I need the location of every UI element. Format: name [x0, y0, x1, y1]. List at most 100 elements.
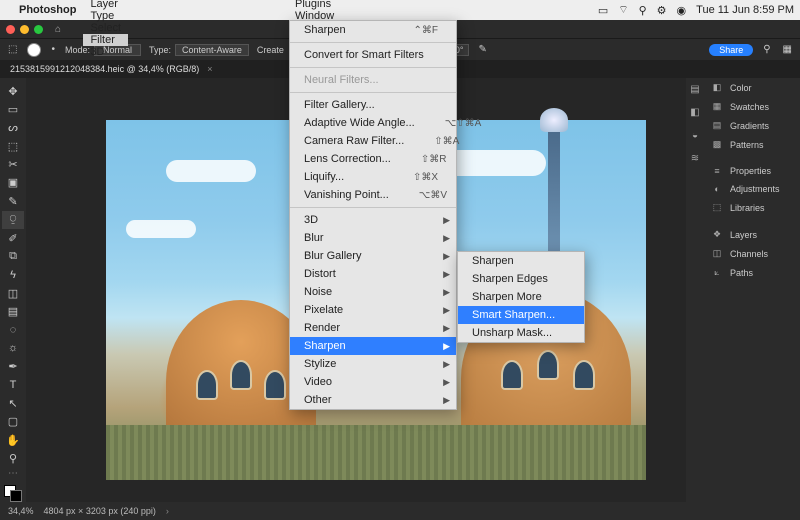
status-dimensions[interactable]: 4804 px × 3203 px (240 ppi): [44, 506, 156, 516]
menubar-item-type[interactable]: Type: [83, 10, 128, 22]
edit-toolbar-icon[interactable]: ⋯: [8, 468, 18, 479]
background-color[interactable]: [10, 490, 22, 502]
menubar-app-name[interactable]: Photoshop: [12, 0, 83, 20]
control-center-icon[interactable]: ⚙: [657, 4, 667, 17]
panel-icon[interactable]: ≋: [691, 153, 699, 164]
sharpen-item[interactable]: Smart Sharpen...: [458, 306, 584, 324]
siri-icon[interactable]: ◉: [677, 4, 687, 17]
marquee-tool[interactable]: ▭: [2, 100, 24, 118]
filter-item[interactable]: Camera Raw Filter...⇧⌘A: [290, 132, 456, 150]
menubar-item-plugins[interactable]: Plugins: [288, 0, 341, 10]
panel-icon[interactable]: ▤: [690, 84, 699, 95]
panel-patterns[interactable]: ▩Patterns: [704, 135, 800, 154]
filter-item[interactable]: Lens Correction...⇧⌘R: [290, 150, 456, 168]
menu-item-label: Noise: [304, 286, 332, 298]
filter-submenu-video[interactable]: Video▶: [290, 373, 456, 391]
search-icon[interactable]: ⚲: [761, 44, 772, 55]
filter-submenu-blur-gallery[interactable]: Blur Gallery▶: [290, 247, 456, 265]
menubar-item-select[interactable]: Select: [83, 22, 128, 34]
move-tool[interactable]: ✥: [2, 82, 24, 100]
submenu-arrow-icon: ▶: [443, 287, 450, 298]
filter-last-used[interactable]: Sharpen ⌃⌘F: [290, 21, 456, 39]
panel-label: Patterns: [730, 140, 764, 150]
filter-submenu-stylize[interactable]: Stylize▶: [290, 355, 456, 373]
pressure-icon[interactable]: ✎: [477, 44, 489, 55]
panel-adjustments[interactable]: ◐Adjustments: [704, 180, 800, 198]
filter-submenu-other[interactable]: Other▶: [290, 391, 456, 409]
filter-submenu-pixelate[interactable]: Pixelate▶: [290, 301, 456, 319]
filter-item[interactable]: Vanishing Point...⌥⌘V: [290, 186, 456, 204]
sharpen-item[interactable]: Sharpen Edges: [458, 270, 584, 288]
gradient-tool[interactable]: ▤: [2, 302, 24, 320]
lasso-tool[interactable]: ᔕ: [2, 119, 24, 137]
brush-size-icon[interactable]: •: [49, 44, 57, 55]
workspace-icon[interactable]: ▦: [781, 44, 794, 55]
shape-tool[interactable]: ▢: [2, 412, 24, 430]
hand-tool[interactable]: ✋: [2, 431, 24, 449]
maximize-window-button[interactable]: [34, 25, 43, 34]
filter-submenu-blur[interactable]: Blur▶: [290, 229, 456, 247]
menu-item-label: Liquify...: [304, 171, 344, 183]
spotlight-icon[interactable]: ⚲: [639, 4, 647, 17]
menubar-clock[interactable]: Tue 11 Jun 8:59 PM: [696, 4, 794, 16]
object-select-tool[interactable]: ⬚: [2, 137, 24, 155]
home-icon[interactable]: ⌂: [55, 24, 61, 35]
type-select[interactable]: Content-Aware: [175, 44, 249, 56]
panel-icon[interactable]: ◒: [692, 130, 698, 141]
filter-submenu-distort[interactable]: Distort▶: [290, 265, 456, 283]
panel-libraries[interactable]: ⬚Libraries: [704, 198, 800, 217]
filter-item[interactable]: Adaptive Wide Angle...⌥⇧⌘A: [290, 114, 456, 132]
sharpen-item[interactable]: Unsharp Mask...: [458, 324, 584, 342]
filter-submenu-noise[interactable]: Noise ▶: [290, 283, 456, 301]
panel-label: Swatches: [730, 102, 769, 112]
frame-tool[interactable]: ▣: [2, 174, 24, 192]
panel-properties[interactable]: ≡Properties: [704, 162, 800, 180]
panel-swatches[interactable]: ▦Swatches: [704, 97, 800, 116]
battery-icon: ▭: [598, 4, 608, 17]
path-select-tool[interactable]: ↖: [2, 394, 24, 412]
menu-item-label: Filter Gallery...: [304, 99, 375, 111]
pen-tool[interactable]: ✒: [2, 357, 24, 375]
history-brush-tool[interactable]: ϟ: [2, 266, 24, 284]
crop-tool[interactable]: ✂: [2, 155, 24, 173]
menubar-item-layer[interactable]: Layer: [83, 0, 128, 10]
brush-color-swatch[interactable]: [27, 43, 41, 57]
filter-submenu-sharpen[interactable]: Sharpen▶: [290, 337, 456, 355]
type-tool[interactable]: T: [2, 376, 24, 394]
zoom-tool[interactable]: ⚲: [2, 449, 24, 467]
dodge-tool[interactable]: ☼: [2, 339, 24, 357]
filter-submenu-render[interactable]: Render▶: [290, 319, 456, 337]
panel-paths[interactable]: ⟀Paths: [704, 263, 800, 282]
filter-item[interactable]: Filter Gallery...: [290, 96, 456, 114]
eyedropper-tool[interactable]: ✎: [2, 192, 24, 210]
share-button[interactable]: Share: [709, 44, 753, 56]
submenu-arrow-icon: ▶: [443, 233, 450, 244]
brush-tool[interactable]: ✐: [2, 229, 24, 247]
eraser-tool[interactable]: ◫: [2, 284, 24, 302]
panel-color[interactable]: ◧Color: [704, 78, 800, 97]
panel-layers[interactable]: ❖Layers: [704, 225, 800, 244]
blur-tool[interactable]: ◌: [2, 321, 24, 339]
menu-item-label: Sharpen: [304, 24, 346, 36]
menubar-item-3d[interactable]: 3D: [83, 46, 128, 58]
status-zoom[interactable]: 34,4%: [8, 506, 34, 516]
paths-icon: ⟀: [710, 267, 724, 278]
filter-submenu-3d[interactable]: 3D▶: [290, 211, 456, 229]
filter-convert-smart[interactable]: Convert for Smart Filters: [290, 46, 456, 64]
panel-icon[interactable]: ◧: [690, 107, 699, 118]
healing-brush-tool[interactable]: ⍜: [2, 211, 24, 229]
close-window-button[interactable]: [6, 25, 15, 34]
panel-channels[interactable]: ◫Channels: [704, 244, 800, 263]
menu-item-label: Blur Gallery: [304, 250, 361, 262]
color-swatches[interactable]: [4, 485, 22, 502]
filter-item[interactable]: Liquify...⇧⌘X: [290, 168, 456, 186]
tool-preset-icon[interactable]: ⬚: [6, 44, 19, 55]
clone-stamp-tool[interactable]: ⧉: [2, 247, 24, 265]
panel-label: Channels: [730, 249, 768, 259]
menubar-item-filter[interactable]: Filter: [83, 34, 128, 46]
sharpen-item[interactable]: Sharpen More: [458, 288, 584, 306]
close-tab-icon[interactable]: ×: [207, 64, 212, 74]
minimize-window-button[interactable]: [20, 25, 29, 34]
panel-gradients[interactable]: ▤Gradients: [704, 116, 800, 135]
sharpen-item[interactable]: Sharpen: [458, 252, 584, 270]
